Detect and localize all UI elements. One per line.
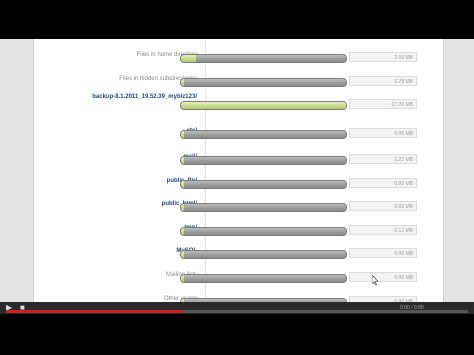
usage-bar [180, 227, 347, 236]
seek-bar[interactable] [6, 310, 468, 313]
usage-size: 0.00 MB [349, 248, 417, 258]
usage-bar [180, 274, 347, 283]
usage-size: 0.00 MB [349, 272, 417, 282]
usage-row: backup-8.1.2011_19.52.39_mybiz123/27.09 … [34, 94, 443, 118]
usage-bar [180, 156, 347, 165]
usage-bar [180, 78, 347, 87]
directory-link[interactable]: public_ftp/ [57, 175, 197, 187]
usage-row: public_html/0.03 MB [34, 198, 443, 220]
usage-bar [180, 130, 347, 139]
usage-bar-fill [181, 228, 185, 235]
usage-bar-fill [181, 251, 185, 258]
usage-label: Files in home directory [136, 52, 197, 58]
usage-row: mail/0.22 MB [34, 151, 443, 173]
seek-progress [6, 310, 182, 313]
usage-size: 0.78 MB [349, 76, 417, 86]
usage-bar-fill [181, 79, 185, 86]
usage-bar [180, 54, 347, 63]
usage-size: 0.00 MB [349, 178, 417, 188]
usage-bar-fill [181, 131, 185, 138]
usage-bar-fill [181, 102, 346, 109]
usage-size: 0.22 MB [349, 154, 417, 164]
usage-row: Mailing lists 0.00 MB [34, 269, 443, 291]
usage-size: 2.00 MB [349, 52, 417, 62]
directory-link[interactable]: tmp/ [57, 222, 197, 234]
usage-row: Files in home directory 2.00 MB [34, 49, 443, 71]
directory-link[interactable]: backup-8.1.2011_19.52.39_mybiz123/ [57, 91, 197, 103]
usage-bar [180, 250, 347, 259]
usage-label: Mailing lists [165, 272, 197, 278]
usage-size: 0.05 MB [349, 128, 417, 138]
directory-link[interactable]: mail/ [57, 151, 197, 163]
directory-link[interactable]: MySQL [57, 245, 197, 257]
usage-bar-fill [181, 181, 185, 188]
usage-bar [180, 101, 347, 110]
usage-size: 0.03 MB [349, 201, 417, 211]
disk-usage-panel: Files in home directory 2.00 MB Files in h… [33, 39, 444, 314]
usage-bar-fill [181, 55, 196, 62]
usage-label: Files in hidden subdirectories [119, 76, 197, 82]
mouse-cursor-icon [372, 275, 378, 285]
usage-bar [180, 180, 347, 189]
usage-bar-fill [181, 204, 185, 211]
usage-bar-fill [181, 275, 185, 282]
usage-row: tmp/0.12 MB [34, 222, 443, 244]
browser-viewport: Files in home directory 2.00 MB Files in h… [0, 39, 474, 314]
directory-link[interactable]: etc/ [57, 125, 197, 137]
usage-size: 27.09 MB [349, 99, 417, 109]
usage-bar-fill [181, 157, 185, 164]
usage-bar [180, 203, 347, 212]
usage-row: public_ftp/0.00 MB [34, 175, 443, 197]
usage-row: MySQL 0.00 MB [34, 245, 443, 267]
usage-size: 0.12 MB [349, 225, 417, 235]
directory-link[interactable]: public_html/ [57, 198, 197, 210]
video-player-controls: ▶ ■ 0:00 / 0:00 [0, 302, 474, 314]
usage-row: etc/0.05 MB [34, 125, 443, 147]
